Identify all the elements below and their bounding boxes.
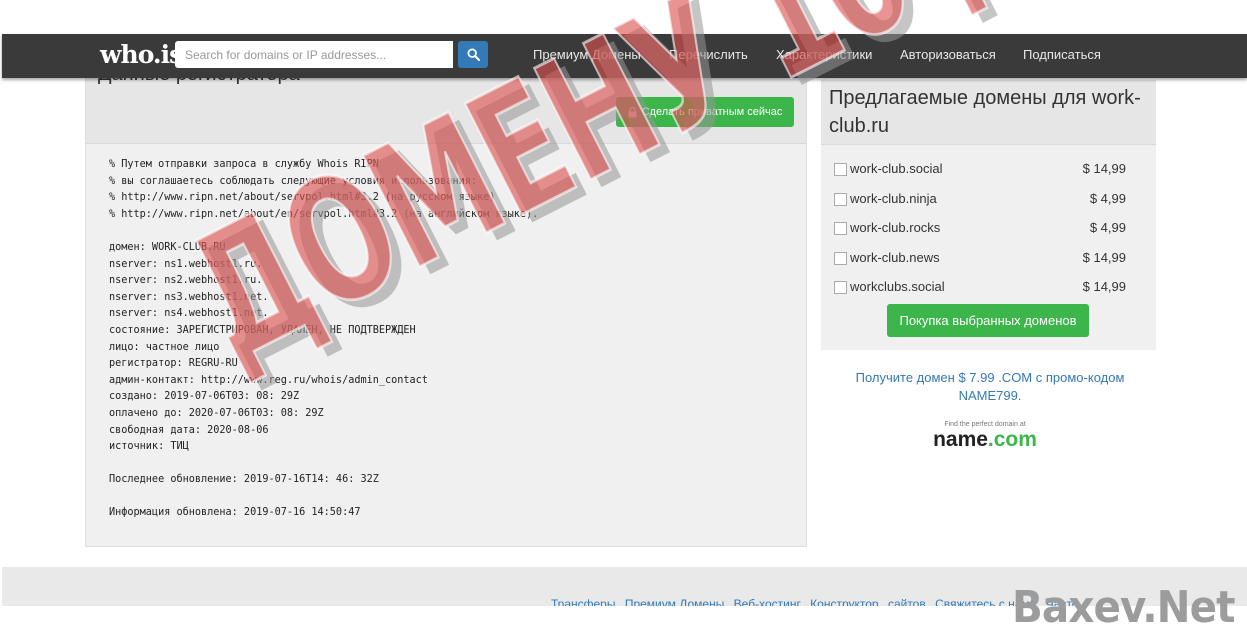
whois-logo[interactable]: who.is	[100, 40, 183, 70]
whois-blank-line	[109, 223, 538, 240]
whois-record: % Путем отправки запроса в службу Whois …	[109, 157, 538, 522]
footer-link-transfers[interactable]: Трансферы	[551, 597, 615, 606]
domain-option[interactable]: work-club.rocks $ 4,99	[834, 219, 1126, 239]
domain-name: workclubs.social	[850, 279, 945, 294]
nav-features[interactable]: Характеристики	[776, 47, 872, 62]
whois-blank-line	[109, 489, 538, 506]
whois-line: состояние: ЗАРЕГИСТРИРОВАН, УДАЛЕН, НЕ П…	[109, 324, 416, 336]
whois-line: % http://www.ripn.net/about/en/servpol.h…	[109, 208, 539, 220]
whois-line: nserver: ns1.webhost1.ru.	[109, 258, 263, 270]
namecom-tagline: Find the perfect domain at	[944, 421, 1026, 428]
suggested-domains-title: Предлагаемые домены для work-club.ru	[829, 87, 1141, 137]
whois-line: nserver: ns2.webhost1.ru.	[109, 275, 263, 287]
namecom-logo-tld: .com	[987, 428, 1037, 451]
nav-list[interactable]: Перечислить	[669, 47, 748, 62]
namecom-logo[interactable]: name.com	[900, 428, 1070, 452]
make-private-button[interactable]: Сделать приватным сейчас	[616, 97, 794, 127]
whois-line: свободная дата: 2020-08-06	[109, 424, 269, 436]
whois-line: лицо: частное лицо	[109, 341, 220, 353]
registrar-data-panel: Данные регистратора Сделать приватным се…	[85, 60, 807, 547]
domain-price: $ 14,99	[1082, 161, 1126, 176]
whois-blank-line	[109, 456, 538, 473]
domain-checkbox[interactable]	[834, 252, 847, 265]
search-icon	[466, 48, 480, 61]
footer-links: Трансферы Премиум Домены Веб-хостинг Кон…	[551, 597, 1084, 606]
domain-name: work-club.news	[850, 250, 940, 265]
search-input[interactable]	[175, 41, 453, 68]
whois-line: источник: ТИЦ	[109, 441, 189, 453]
whois-line: nserver: ns3.webhost1.net.	[109, 291, 269, 303]
domain-name: work-club.social	[850, 161, 943, 176]
make-private-label: Сделать приватным сейчас	[641, 106, 783, 118]
domain-checkbox[interactable]	[834, 193, 847, 206]
whois-line: Последнее обновление: 2019-07-16T14: 46:…	[109, 474, 379, 486]
footer-link-premium-domains[interactable]: Премиум Домены	[625, 597, 725, 606]
domain-option[interactable]: work-club.news $ 14,99	[834, 249, 1126, 269]
lock-icon	[628, 106, 637, 117]
whois-line: % http://www.ripn.net/about/servpol.html…	[109, 192, 496, 204]
domain-name: work-club.rocks	[850, 220, 941, 235]
buy-selected-domains-button[interactable]: Покупка выбранных доменов	[887, 304, 1089, 337]
domain-price: $ 14,99	[1082, 279, 1126, 294]
nav-premium-domains[interactable]: Премиум Домены	[533, 47, 641, 62]
nav-login[interactable]: Авторизоваться	[900, 47, 996, 62]
domain-option[interactable]: work-club.social $ 14,99	[834, 160, 1126, 180]
domain-option[interactable]: workclubs.social $ 14,99	[834, 278, 1126, 298]
search-button[interactable]	[458, 41, 488, 68]
whois-line: % вы соглашаетесь соблюдать следующие ус…	[109, 175, 478, 187]
whois-line: создано: 2019-07-06T03: 08: 29Z	[109, 391, 300, 403]
domain-checkbox[interactable]	[834, 163, 847, 176]
domain-price: $ 4,99	[1089, 191, 1126, 206]
nav-signup[interactable]: Подписаться	[1023, 47, 1101, 62]
whois-line: Информация обновлена: 2019-07-16 14:50:4…	[109, 507, 361, 519]
promo-link[interactable]: Получите домен $ 7.99 .COM с промо-кодом…	[840, 369, 1140, 405]
whois-line: регистратор: REGRU-RU	[109, 358, 238, 370]
whois-line: оплачено до: 2020-07-06T03: 08: 29Z	[109, 407, 324, 419]
whois-line: домен: WORK-CLUB.RU	[109, 241, 226, 253]
footer-link-builder[interactable]: Конструктор	[810, 597, 878, 606]
whois-line: nserver: ns4.webhost1.net.	[109, 308, 269, 320]
footer-link-hosting[interactable]: Веб-хостинг	[734, 597, 801, 606]
namecom-logo-name: name	[933, 428, 988, 451]
site-watermark: Baxev.Net	[1012, 582, 1236, 633]
domain-option[interactable]: work-club.ninja $ 4,99	[834, 190, 1126, 210]
domain-price: $ 4,99	[1089, 220, 1126, 235]
suggested-domains-panel: Предлагаемые домены для work-club.ru wor…	[821, 80, 1156, 350]
top-navbar: who.is Премиум Домены Перечислить Характ…	[2, 34, 1247, 78]
domain-price: $ 14,99	[1082, 250, 1126, 265]
suggested-domains-header: Предлагаемые домены для work-club.ru	[821, 80, 1156, 145]
whois-line: админ-контакт: http://www.reg.ru/whois/a…	[109, 374, 428, 386]
footer-link-sites[interactable]: сайтов	[888, 597, 926, 606]
domain-checkbox[interactable]	[834, 281, 847, 294]
domain-checkbox[interactable]	[834, 222, 847, 235]
whois-line: % Путем отправки запроса в службу Whois …	[109, 159, 379, 170]
domain-name: work-club.ninja	[850, 191, 937, 206]
